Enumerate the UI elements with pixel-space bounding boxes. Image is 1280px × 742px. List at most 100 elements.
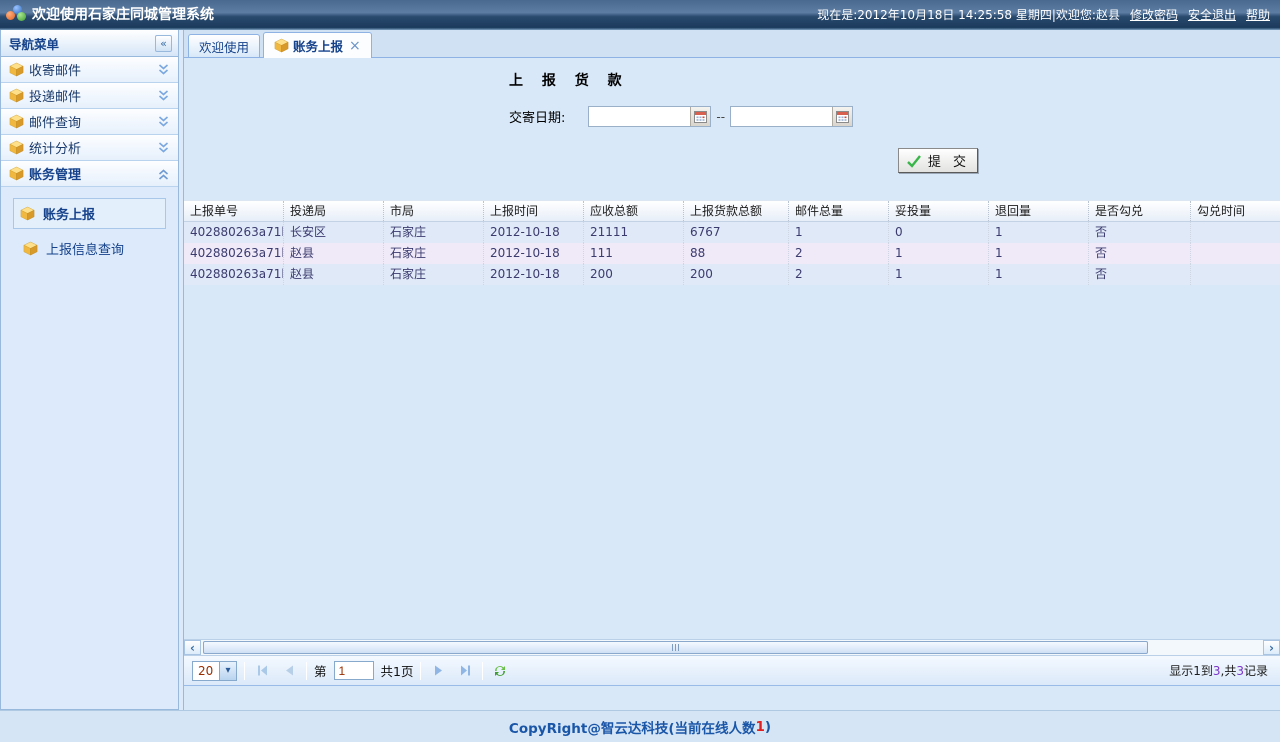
package-icon [9, 114, 24, 129]
horizontal-scrollbar[interactable]: ‹ › [184, 639, 1280, 656]
package-icon [20, 206, 35, 221]
titlebar: 欢迎使用石家庄同城管理系统 现在是:2012年10月18日 14:25:58 星… [0, 0, 1280, 30]
cell [1191, 243, 1280, 264]
package-icon [23, 241, 38, 256]
table-row[interactable]: 402880263a71b1 赵县 石家庄 2012-10-18 200 200… [184, 264, 1280, 285]
sidebar-item-toudi-mail[interactable]: 投递邮件 [1, 83, 178, 109]
cell: 6767 [684, 222, 789, 243]
footer: CopyRight@智云达科技(当前在线人数1) [0, 710, 1280, 742]
cell: 402880263a71b1 [184, 243, 284, 264]
cell: 否 [1089, 264, 1191, 285]
page-size-select[interactable]: 20 ▾ [192, 661, 237, 681]
submit-button[interactable]: 提 交 [898, 148, 978, 173]
app-title: 欢迎使用石家庄同城管理系统 [32, 4, 214, 24]
sidebar-title: 导航菜单 [9, 34, 59, 53]
sidebar-item-mail-query[interactable]: 邮件查询 [1, 109, 178, 135]
column-header[interactable]: 应收总额 [584, 201, 684, 221]
column-header[interactable]: 退回量 [989, 201, 1089, 221]
column-header[interactable]: 投递局 [284, 201, 384, 221]
last-page-button[interactable] [455, 661, 475, 681]
sidebar-item-shouji-mail[interactable]: 收寄邮件 [1, 57, 178, 83]
copyright-text: CopyRight@智云达科技(当前在线人数 [509, 717, 756, 737]
cell: 1 [889, 264, 989, 285]
online-count: 1 [756, 719, 765, 735]
column-header[interactable]: 是否勾兑 [1089, 201, 1191, 221]
tab-label: 欢迎使用 [199, 37, 249, 56]
submenu-item-account-report[interactable]: 账务上报 [13, 198, 166, 229]
cell: 402880263a71b1 [184, 264, 284, 285]
next-page-button[interactable] [428, 661, 448, 681]
scroll-right-icon[interactable]: › [1263, 640, 1280, 655]
cell: 赵县 [284, 243, 384, 264]
next-page-icon [434, 665, 443, 676]
cell [1191, 264, 1280, 285]
cell: 2012-10-18 [484, 222, 584, 243]
sidebar-collapse-icon[interactable]: « [155, 35, 172, 52]
column-header[interactable]: 上报时间 [484, 201, 584, 221]
datetime-text: 现在是:2012年10月18日 14:25:58 星期四|欢迎您:赵县 [817, 6, 1120, 23]
column-header[interactable]: 上报单号 [184, 201, 284, 221]
column-header[interactable]: 市局 [384, 201, 484, 221]
date-to-input[interactable] [731, 107, 832, 126]
column-header[interactable]: 邮件总量 [789, 201, 889, 221]
table-row[interactable]: 402880263a71b1 赵县 石家庄 2012-10-18 111 88 … [184, 243, 1280, 264]
column-header[interactable]: 上报货款总额 [684, 201, 789, 221]
table-row[interactable]: 402880263a71b1 长安区 石家庄 2012-10-18 21111 … [184, 222, 1280, 243]
submit-label: 提 交 [928, 151, 970, 170]
change-password-link[interactable]: 修改密码 [1130, 6, 1178, 23]
cell: 否 [1089, 243, 1191, 264]
sidebar-nav-panel: 导航菜单 « 收寄邮件 投递邮件 邮件查询 统计分析 [0, 30, 179, 710]
prev-page-button[interactable] [279, 661, 299, 681]
toolbar-separator [306, 662, 307, 680]
cell: 2012-10-18 [484, 264, 584, 285]
calendar-icon[interactable] [832, 107, 852, 126]
package-icon [9, 166, 24, 181]
date-to-field [730, 106, 853, 127]
cell: 石家庄 [384, 264, 484, 285]
sidebar-item-statistics[interactable]: 统计分析 [1, 135, 178, 161]
cell: 0 [889, 222, 989, 243]
logout-link[interactable]: 安全退出 [1188, 6, 1236, 23]
first-page-button[interactable] [252, 661, 272, 681]
date-range-label: 交寄日期: [509, 107, 565, 126]
chevron-double-down-icon [157, 142, 170, 154]
scroll-left-icon[interactable]: ‹ [184, 640, 201, 655]
page-prefix-label: 第 [314, 661, 327, 680]
close-icon[interactable]: × [349, 38, 361, 54]
column-header[interactable]: 妥投量 [889, 201, 989, 221]
tab-account-report[interactable]: 账务上报 × [263, 32, 372, 58]
refresh-button[interactable] [490, 661, 510, 681]
cell: 88 [684, 243, 789, 264]
cell: 21111 [584, 222, 684, 243]
copyright-suffix: ) [765, 719, 771, 735]
tab-bar: 欢迎使用 账务上报 × [184, 30, 1280, 58]
cell: 1 [789, 222, 889, 243]
cell: 402880263a71b1 [184, 222, 284, 243]
cell: 否 [1089, 222, 1191, 243]
cell: 2 [789, 243, 889, 264]
cell [1191, 222, 1280, 243]
column-header[interactable]: 勾兑时间 [1191, 201, 1280, 221]
cell: 200 [684, 264, 789, 285]
cell: 1 [889, 243, 989, 264]
content-bottom-padding [184, 686, 1280, 710]
page-number-input[interactable] [334, 661, 374, 680]
scrollbar-track[interactable] [201, 640, 1263, 655]
tab-welcome[interactable]: 欢迎使用 [188, 34, 260, 57]
cell: 石家庄 [384, 222, 484, 243]
sidebar-item-accounting[interactable]: 账务管理 [1, 161, 178, 187]
date-from-input[interactable] [589, 107, 690, 126]
sidebar-item-label: 统计分析 [29, 138, 157, 157]
calendar-icon[interactable] [690, 107, 710, 126]
last-page-icon [460, 665, 471, 676]
cell: 2 [789, 264, 889, 285]
scrollbar-thumb[interactable] [203, 641, 1148, 654]
cell: 1 [989, 243, 1089, 264]
help-link[interactable]: 帮助 [1246, 6, 1270, 23]
submenu-item-report-info-query[interactable]: 上报信息查询 [13, 234, 166, 263]
sidebar-header: 导航菜单 « [1, 30, 178, 57]
date-from-field [588, 106, 711, 127]
chevron-double-down-icon [157, 64, 170, 76]
package-icon [9, 62, 24, 77]
chevron-down-icon[interactable]: ▾ [219, 662, 236, 680]
